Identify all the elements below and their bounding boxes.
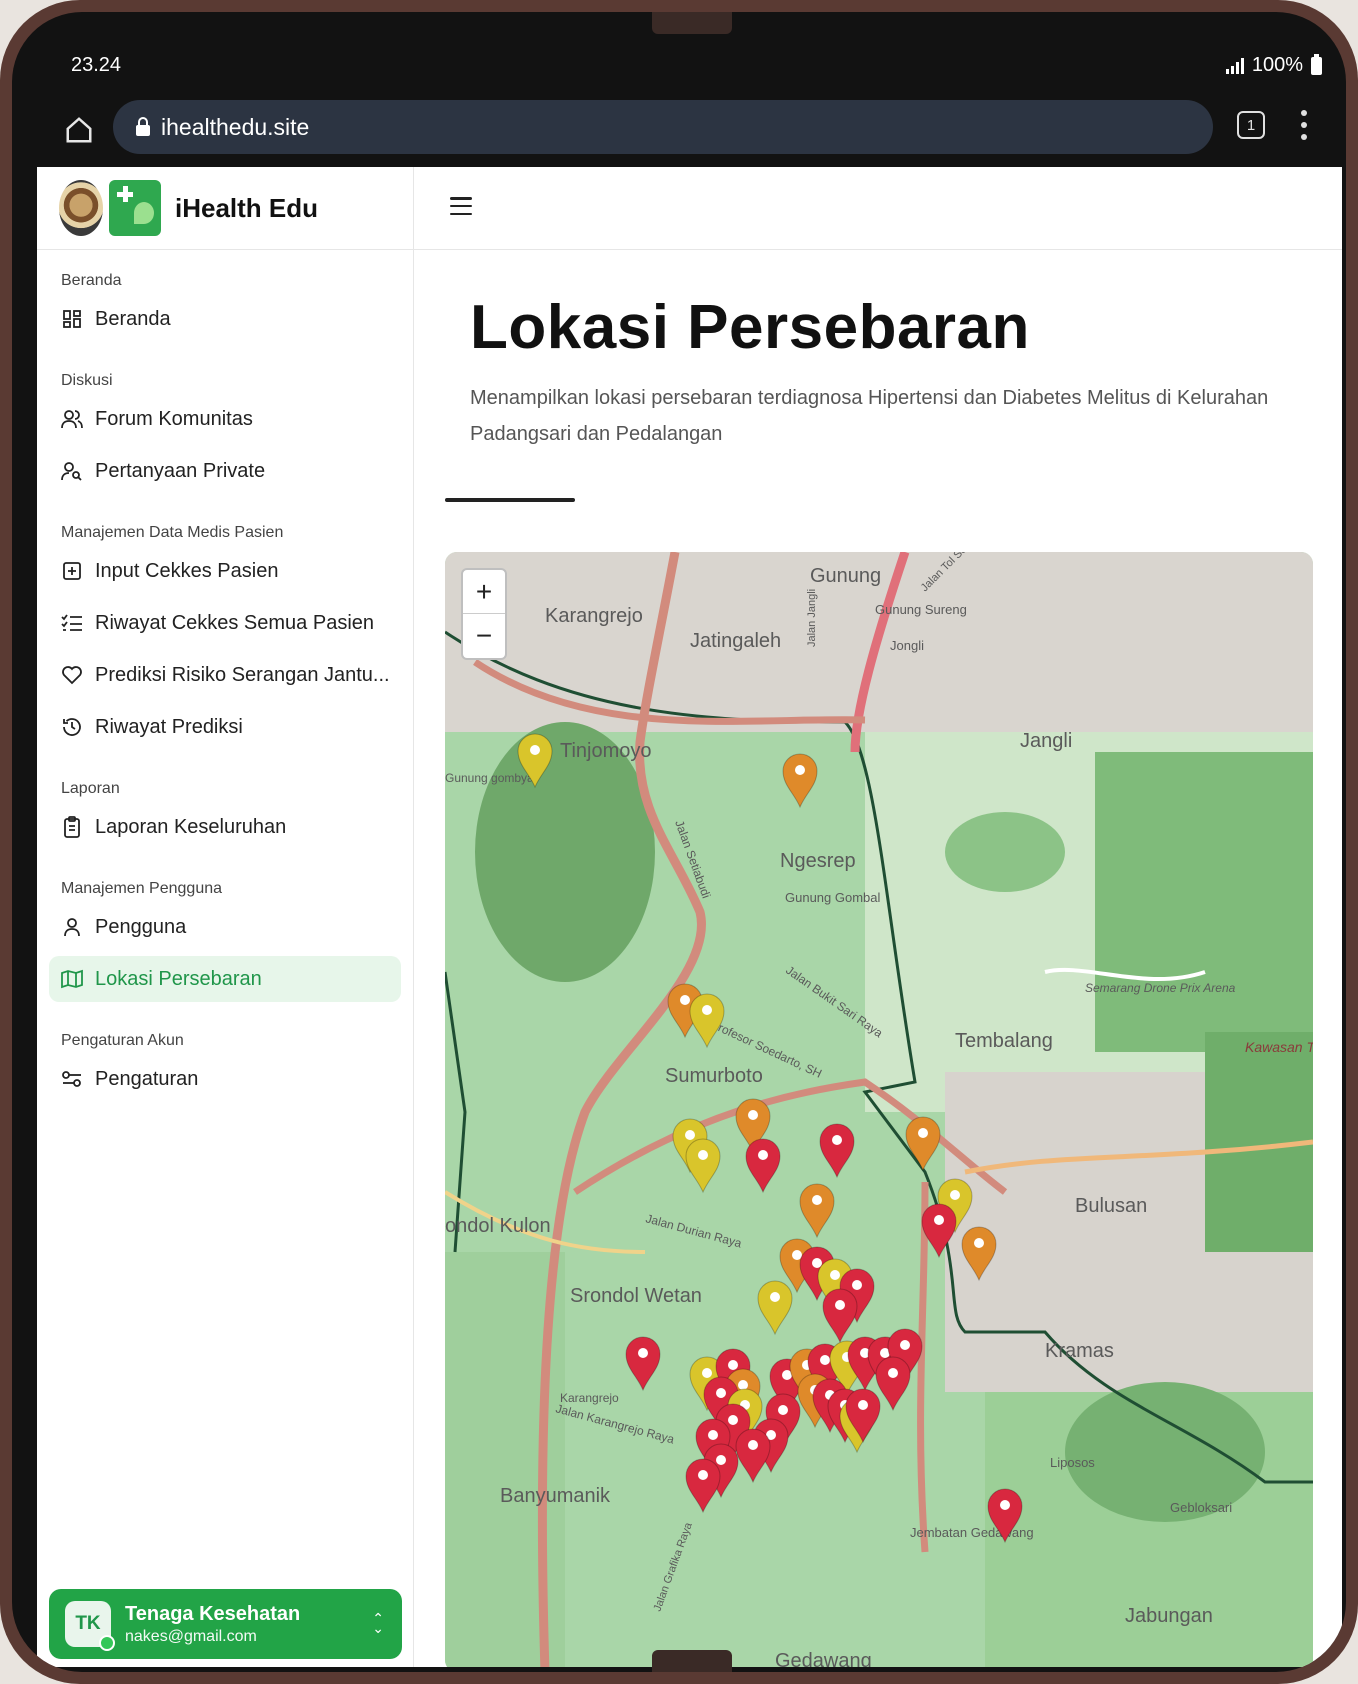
map-marker[interactable] [517, 733, 553, 789]
user-search-icon [61, 460, 83, 482]
sidebar-item-label: Prediksi Risiko Serangan Jantu... [95, 663, 390, 686]
sidebar-item-forum-komunitas[interactable]: Forum Komunitas [49, 396, 401, 442]
status-bar: 23.24 100% [37, 26, 1342, 96]
sidebar-item-beranda[interactable]: Beranda [49, 296, 401, 342]
address-bar[interactable]: ihealthedu.site [113, 100, 1213, 154]
top-bar [414, 167, 1342, 250]
map-marker[interactable] [921, 1203, 957, 1259]
page-title: Lokasi Persebaran [470, 293, 1030, 362]
map-marker[interactable] [905, 1116, 941, 1172]
sidebar-item-pengguna[interactable]: Pengguna [49, 904, 401, 950]
sidebar-item-pertanyaan-private[interactable]: Pertanyaan Private [49, 448, 401, 494]
map-marker[interactable] [757, 1280, 793, 1336]
signal-icon [1225, 57, 1244, 74]
nav-section-diskusi: Diskusi [61, 372, 113, 389]
clipboard-icon [61, 816, 83, 838]
map-marker[interactable] [745, 1138, 781, 1194]
chevron-up-down-icon: ⌃ ⌄ [372, 1610, 384, 1636]
hamburger-menu-button[interactable] [450, 197, 472, 215]
tab-switcher-button[interactable]: 1 [1237, 111, 1265, 139]
device-hinge-bottom [652, 1650, 732, 1672]
users-icon [61, 408, 83, 430]
sidebar-item-label: Pengguna [95, 915, 187, 938]
plus-square-icon [61, 560, 83, 582]
browser-toolbar: ihealthedu.site 1 [37, 96, 1342, 166]
map-marker[interactable] [819, 1123, 855, 1179]
sidebar-item-label: Beranda [95, 307, 171, 330]
user-profile-card[interactable]: TK Tenaga Kesehatan nakes@gmail.com ⌃ ⌄ [49, 1589, 402, 1659]
nav-section-pengaturan-akun: Pengaturan Akun [61, 1032, 184, 1049]
map-marker[interactable] [625, 1336, 661, 1392]
device-frame: 23.24 100% ihealthedu.site 1 iHealth Edu… [0, 0, 1358, 1684]
map-marker[interactable] [735, 1428, 771, 1484]
url-text: ihealthedu.site [161, 113, 310, 140]
sliders-icon [61, 1068, 83, 1090]
home-button[interactable] [59, 110, 99, 150]
page-description: Menampilkan lokasi persebaran terdiagnos… [470, 387, 1269, 445]
nav-section-laporan: Laporan [61, 780, 120, 797]
map-marker[interactable] [961, 1226, 997, 1282]
sidebar-item-lokasi-persebaran[interactable]: Lokasi Persebaran [49, 956, 401, 1002]
user-email: nakes@gmail.com [125, 1627, 257, 1645]
user-icon [61, 916, 83, 938]
dashboard-icon [61, 308, 83, 330]
sidebar-item-label: Laporan Keseluruhan [95, 815, 287, 838]
nav-section-manajemen-pengguna: Manajemen Pengguna [61, 880, 223, 897]
brand[interactable]: iHealth Edu [37, 167, 413, 250]
map-markers [517, 733, 1023, 1544]
sidebar-item-prediksi-risiko[interactable]: Prediksi Risiko Serangan Jantu... [49, 652, 401, 698]
sidebar-item-riwayat-cekkes[interactable]: Riwayat Cekkes Semua Pasien [49, 600, 401, 646]
screen: 23.24 100% ihealthedu.site 1 iHealth Edu… [12, 12, 1346, 1672]
sidebar-item-label: Riwayat Prediksi [95, 715, 243, 738]
home-icon [66, 117, 92, 143]
nav-section-beranda: Beranda [61, 272, 122, 289]
heart-icon [61, 664, 83, 686]
map-marker[interactable] [799, 1183, 835, 1239]
lock-icon [136, 117, 150, 136]
map-marker[interactable] [689, 993, 725, 1049]
battery-icon [1311, 53, 1322, 75]
map-icon [61, 968, 83, 990]
nav-section-manajemen-data-medis: Manajemen Data Medis Pasien [61, 524, 284, 541]
avatar: TK [65, 1601, 115, 1651]
map-marker[interactable] [875, 1356, 911, 1412]
sidebar-item-label: Input Cekkes Pasien [95, 559, 279, 582]
map-marker[interactable] [685, 1458, 721, 1514]
sidebar: iHealth Edu Beranda Beranda Diskusi Foru… [37, 167, 414, 1667]
map-marker[interactable] [822, 1288, 858, 1344]
map-marker[interactable] [782, 753, 818, 809]
sidebar-item-label: Riwayat Cekkes Semua Pasien [95, 611, 375, 634]
map-marker[interactable] [987, 1488, 1023, 1544]
sidebar-item-label: Lokasi Persebaran [95, 967, 262, 990]
web-page: iHealth Edu Beranda Beranda Diskusi Foru… [37, 167, 1342, 1667]
sidebar-item-label: Pertanyaan Private [95, 459, 266, 482]
sidebar-item-label: Forum Komunitas [95, 407, 253, 430]
list-check-icon [61, 612, 83, 634]
sidebar-item-riwayat-prediksi[interactable]: Riwayat Prediksi [49, 704, 401, 750]
status-time: 23.24 [71, 54, 122, 76]
title-underline [445, 498, 575, 502]
status-right: 100% [1225, 53, 1322, 77]
ihealth-edu-logo [109, 180, 161, 236]
sidebar-item-pengaturan[interactable]: Pengaturan [49, 1056, 401, 1102]
sidebar-item-label: Pengaturan [95, 1067, 199, 1090]
history-icon [61, 716, 83, 738]
brand-name: iHealth Edu [175, 192, 319, 223]
sidebar-item-laporan-keseluruhan[interactable]: Laporan Keseluruhan [49, 804, 401, 850]
user-name: Tenaga Kesehatan [125, 1602, 301, 1625]
battery-percent: 100% [1251, 54, 1303, 76]
map-marker[interactable] [685, 1138, 721, 1194]
distribution-map[interactable]: Karangrejo Gunung Jatingaleh Gunung Sure… [445, 552, 1313, 1667]
sidebar-item-input-cekkes[interactable]: Input Cekkes Pasien [49, 548, 401, 594]
browser-menu-button[interactable] [1299, 110, 1309, 140]
institution-seal-logo [59, 180, 103, 236]
